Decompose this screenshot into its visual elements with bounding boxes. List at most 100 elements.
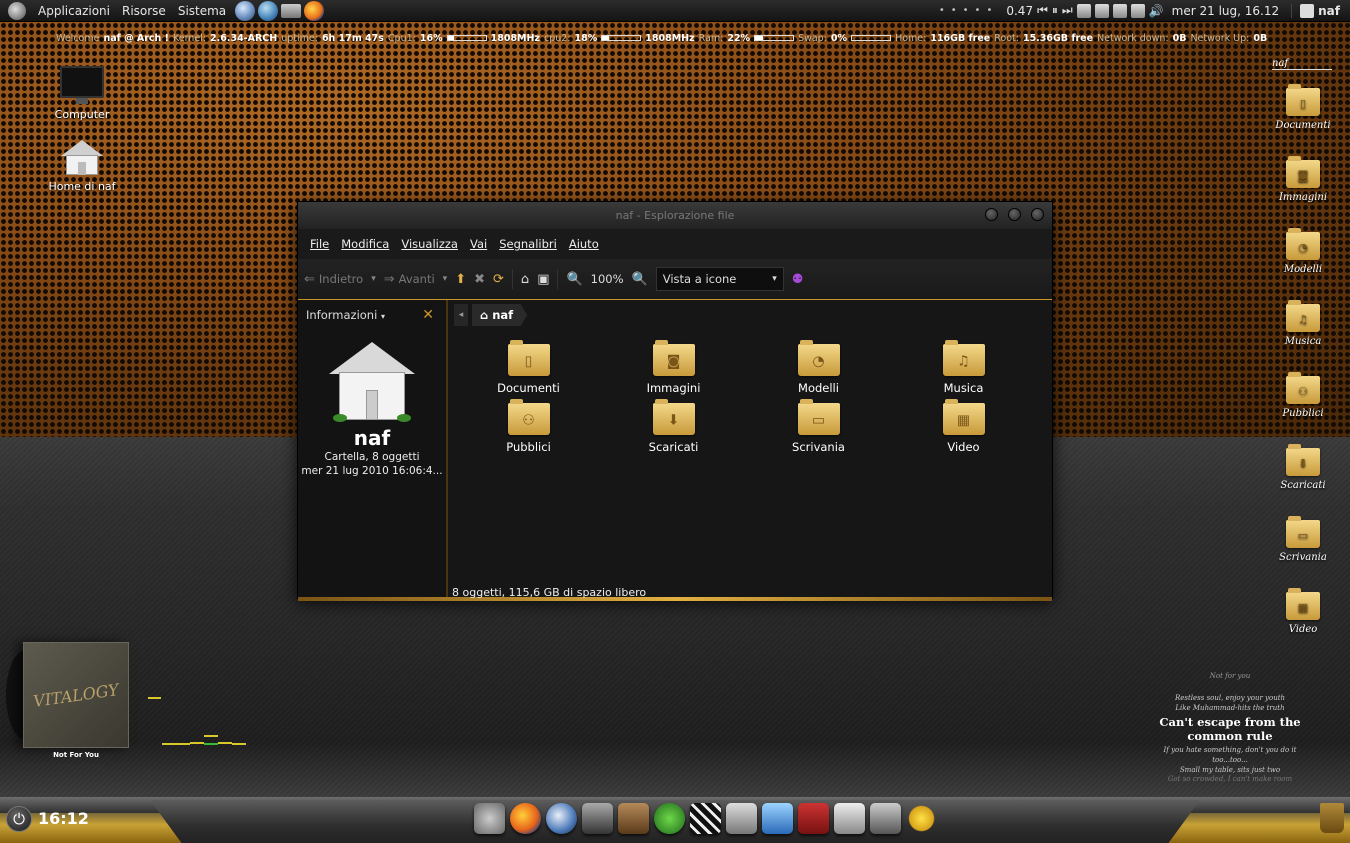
dock-filezilla-icon[interactable] bbox=[798, 803, 829, 834]
tray-cursor-icon[interactable] bbox=[1112, 3, 1127, 18]
pause-icon[interactable]: ⏸ bbox=[1052, 3, 1058, 18]
maximize-button[interactable] bbox=[1008, 208, 1021, 221]
right-folder-pubblici[interactable]: ⚇ Pubblici bbox=[1268, 372, 1338, 419]
toolbar-separator bbox=[511, 269, 513, 289]
right-folder-documenti[interactable]: ▯ Documenti bbox=[1268, 84, 1338, 131]
workspace-dots[interactable]: ••••• bbox=[939, 5, 999, 16]
close-button[interactable] bbox=[1031, 208, 1044, 221]
file-item-video[interactable]: ▦ Video bbox=[891, 399, 1036, 454]
dock-thunderbird-icon[interactable] bbox=[546, 803, 577, 834]
dock-gimp-icon[interactable] bbox=[618, 803, 649, 834]
launcher-globe-icon[interactable] bbox=[258, 0, 279, 21]
dock-video-editor-icon[interactable] bbox=[690, 803, 721, 834]
dock-launchers bbox=[474, 803, 937, 834]
forward-button[interactable]: ⇒ Avanti bbox=[384, 272, 435, 287]
top-panel: Applicazioni Risorse Sistema ••••• 0.47 … bbox=[0, 0, 1350, 22]
sidebar-pane-select[interactable]: Informazioni ▾ bbox=[306, 308, 385, 322]
file-item-scaricati[interactable]: ⬇ Scaricati bbox=[601, 399, 746, 454]
menu-sistema[interactable]: Sistema bbox=[172, 4, 232, 18]
desktop-icon-computer[interactable]: Computer bbox=[42, 66, 122, 121]
menu-risorse[interactable]: Risorse bbox=[116, 4, 172, 18]
stop-icon[interactable]: ✖ bbox=[474, 272, 485, 287]
conky-net-down: 0B bbox=[1172, 32, 1187, 44]
right-folder-video[interactable]: ▦ Video bbox=[1268, 588, 1338, 635]
volume-icon[interactable]: 🔊 bbox=[1149, 4, 1164, 18]
folder-public-icon: ⚇ bbox=[1286, 372, 1320, 404]
desktop-icon-home[interactable]: Home di naf bbox=[42, 140, 122, 193]
zoom-level[interactable]: 100% bbox=[591, 272, 624, 286]
view-mode-select[interactable]: Vista a icone ▾ bbox=[655, 267, 784, 291]
folder-pictures-icon: ◙ bbox=[652, 340, 695, 376]
menu-visualizza[interactable]: Visualizza bbox=[395, 237, 464, 251]
dock-gnome-foot-icon[interactable] bbox=[474, 803, 505, 834]
lyrics-current-line: Can't escape from the common rule bbox=[1159, 715, 1301, 743]
dock-weather-icon[interactable] bbox=[906, 803, 937, 834]
folder-pictures-icon: ◙ bbox=[1286, 156, 1320, 188]
icon-view[interactable]: ◂ ⌂ naf ▯ Documenti ◙ Immagini ◔ Modelli bbox=[448, 300, 1052, 599]
zoom-in-icon[interactable]: 🔍 bbox=[632, 272, 648, 287]
power-icon[interactable]: ⏻ bbox=[6, 806, 32, 832]
right-folder-musica[interactable]: ♫ Musica bbox=[1268, 300, 1338, 347]
user-switcher[interactable]: naf bbox=[1291, 3, 1344, 18]
previous-track-icon[interactable]: ⏮ bbox=[1037, 3, 1048, 18]
menu-file[interactable]: File bbox=[304, 237, 335, 251]
trash-icon[interactable] bbox=[1320, 803, 1344, 833]
back-dropdown-icon[interactable]: ▾ bbox=[371, 274, 376, 284]
menu-segnalibri[interactable]: Segnalibri bbox=[493, 237, 563, 251]
breadcrumb-left-arrow-icon[interactable]: ◂ bbox=[454, 304, 468, 326]
launcher-browser-icon[interactable] bbox=[235, 0, 256, 21]
right-folder-scaricati[interactable]: ⬇ Scaricati bbox=[1268, 444, 1338, 491]
right-folder-modelli[interactable]: ◔ Modelli bbox=[1268, 228, 1338, 275]
computer-button-icon[interactable]: ▣ bbox=[537, 272, 549, 287]
dock-terminal-icon[interactable] bbox=[582, 803, 613, 834]
zoom-out-icon[interactable]: 🔍 bbox=[566, 272, 582, 287]
file-item-immagini[interactable]: ◙ Immagini bbox=[601, 340, 746, 395]
folder-video-icon: ▦ bbox=[942, 399, 985, 435]
file-item-modelli[interactable]: ◔ Modelli bbox=[746, 340, 891, 395]
file-item-documenti[interactable]: ▯ Documenti bbox=[456, 340, 601, 395]
folder-templates-icon: ◔ bbox=[1286, 228, 1320, 260]
sidebar-close-icon[interactable]: ✕ bbox=[422, 307, 434, 323]
file-manager-window[interactable]: naf - Esplorazione file File Modifica Vi… bbox=[297, 201, 1053, 601]
tray-battery-icon[interactable] bbox=[1094, 3, 1109, 18]
dock-clipboard-icon[interactable] bbox=[834, 803, 865, 834]
back-button[interactable]: ⇐ Indietro bbox=[304, 272, 363, 287]
dock-archive-icon[interactable] bbox=[870, 803, 901, 834]
launcher-terminal-icon[interactable] bbox=[281, 3, 302, 18]
window-titlebar[interactable]: naf - Esplorazione file bbox=[298, 202, 1052, 229]
user-name: naf bbox=[1318, 3, 1340, 18]
menu-applicazioni[interactable]: Applicazioni bbox=[32, 4, 116, 18]
up-arrow-icon[interactable]: ⬆ bbox=[455, 272, 466, 287]
dock-virtualbox-icon[interactable] bbox=[762, 803, 793, 834]
minimize-button[interactable] bbox=[985, 208, 998, 221]
tray-network-icon[interactable] bbox=[1130, 3, 1145, 18]
back-arrow-icon: ⇐ bbox=[304, 271, 315, 287]
forward-dropdown-icon[interactable]: ▾ bbox=[443, 274, 448, 284]
launcher-firefox-icon[interactable] bbox=[304, 0, 325, 21]
menu-vai[interactable]: Vai bbox=[464, 237, 493, 251]
menu-aiuto[interactable]: Aiuto bbox=[563, 237, 605, 251]
file-item-musica[interactable]: ♫ Musica bbox=[891, 340, 1036, 395]
right-folder-scrivania[interactable]: ▭ Scrivania bbox=[1268, 516, 1338, 563]
distro-logo-icon[interactable] bbox=[8, 1, 26, 20]
dock-plane-icon[interactable] bbox=[726, 803, 757, 834]
dock-firefox-icon[interactable] bbox=[510, 803, 541, 834]
dock-media-player-icon[interactable] bbox=[654, 803, 685, 834]
next-track-icon[interactable]: ⏭ bbox=[1062, 3, 1073, 18]
menu-modifica[interactable]: Modifica bbox=[335, 237, 395, 251]
file-item-label: Modelli bbox=[798, 381, 839, 395]
right-folder-label: Pubblici bbox=[1282, 408, 1324, 419]
computer-icon bbox=[60, 66, 104, 104]
home-button-icon[interactable]: ⌂ bbox=[521, 272, 529, 287]
album-art[interactable]: VITALOGY bbox=[23, 642, 129, 748]
file-item-label: Scaricati bbox=[648, 440, 699, 454]
panel-clock[interactable]: mer 21 lug, 16.12 bbox=[1172, 4, 1279, 18]
tray-app-icon[interactable] bbox=[1076, 3, 1091, 18]
conky-net-down-label: Network down: bbox=[1097, 32, 1169, 44]
right-folder-immagini[interactable]: ◙ Immagini bbox=[1268, 156, 1338, 203]
file-item-pubblici[interactable]: ⚇ Pubblici bbox=[456, 399, 601, 454]
breadcrumb-item-naf[interactable]: ⌂ naf bbox=[472, 304, 528, 326]
right-folder-label: Scaricati bbox=[1280, 480, 1326, 491]
file-item-scrivania[interactable]: ▭ Scrivania bbox=[746, 399, 891, 454]
reload-icon[interactable]: ⟳ bbox=[493, 272, 504, 287]
